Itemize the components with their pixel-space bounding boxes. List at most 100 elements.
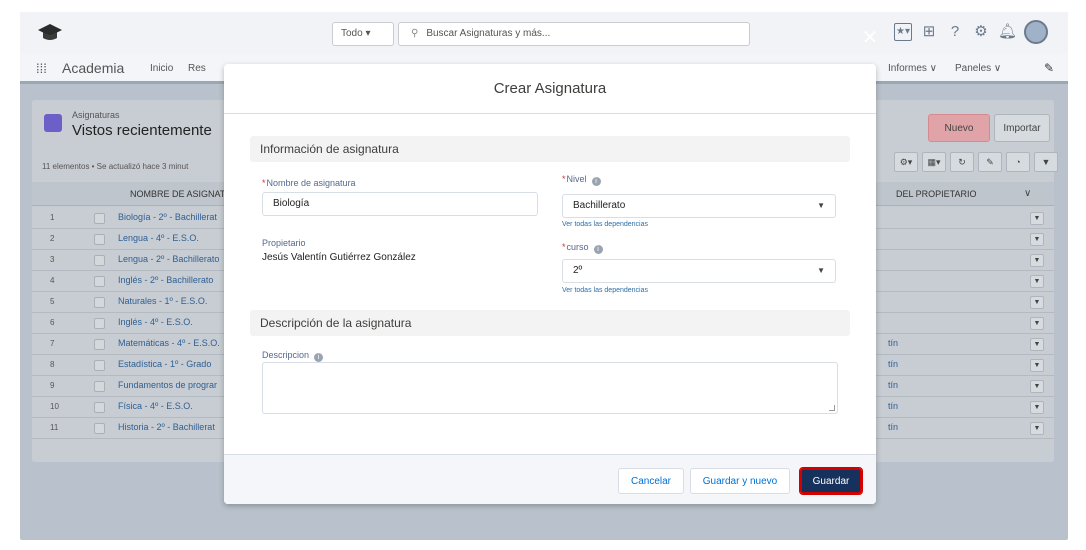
row-actions-dropdown[interactable]: ▼ — [1030, 254, 1044, 267]
row-checkbox[interactable] — [94, 276, 105, 287]
row-checkbox[interactable] — [94, 381, 105, 392]
row-checkbox[interactable] — [94, 318, 105, 329]
row-name-link[interactable]: Biología - 2º - Bachillerat — [118, 212, 217, 222]
row-name-link[interactable]: Fundamentos de prograr — [118, 380, 217, 390]
filter-icon[interactable]: ▼ — [1034, 152, 1058, 172]
import-button[interactable]: Importar — [994, 114, 1050, 142]
inline-edit-pencil-icon[interactable]: ✎ — [978, 152, 1002, 172]
row-checkbox[interactable] — [94, 402, 105, 413]
edit-nav-pencil-icon[interactable]: ✎ — [1044, 61, 1054, 75]
save-and-new-button[interactable]: Guardar y nuevo — [690, 468, 790, 494]
row-checkbox[interactable] — [94, 297, 105, 308]
row-number: 9 — [50, 381, 55, 390]
row-actions-dropdown[interactable]: ▼ — [1030, 275, 1044, 288]
refresh-icon[interactable]: ↻ — [950, 152, 974, 172]
info-icon[interactable]: i — [314, 353, 324, 362]
row-owner-link[interactable]: tín — [888, 401, 898, 411]
charts-icon[interactable]: ◔ — [1006, 152, 1030, 172]
close-modal-icon[interactable]: ✕ — [860, 28, 880, 48]
row-actions-dropdown[interactable]: ▼ — [1030, 422, 1044, 435]
row-checkbox[interactable] — [94, 423, 105, 434]
row-actions-dropdown[interactable]: ▼ — [1030, 380, 1044, 393]
curso-select[interactable]: 2º ▼ — [562, 259, 836, 283]
row-checkbox[interactable] — [94, 339, 105, 350]
setup-gear-icon[interactable]: ⚙ — [972, 23, 990, 41]
row-checkbox[interactable] — [94, 360, 105, 371]
row-number: 10 — [50, 402, 59, 411]
chevron-down-icon: ▼ — [817, 266, 825, 275]
row-owner-link[interactable]: tín — [888, 338, 898, 348]
cancel-button[interactable]: Cancelar — [618, 468, 684, 494]
column-header-owner[interactable]: DEL PROPIETARIO — [896, 189, 977, 199]
row-name-link[interactable]: Inglés - 4º - E.S.O. — [118, 317, 193, 327]
row-name-link[interactable]: Naturales - 1º - E.S.O. — [118, 296, 207, 306]
favorites-icon[interactable]: ★▾ — [894, 23, 912, 41]
row-number: 1 — [50, 213, 55, 222]
curso-field-label: *curso i — [562, 242, 603, 254]
row-actions-dropdown[interactable]: ▼ — [1030, 296, 1044, 309]
global-actions-icon[interactable]: ⊞ — [920, 23, 938, 41]
info-icon[interactable]: i — [593, 245, 603, 254]
search-scope-dropdown[interactable]: Todo ▾ — [332, 22, 394, 46]
app-launcher-icon[interactable]: ⁞⁞⁞ — [36, 61, 47, 76]
name-field-label: *Nombre de asignatura — [262, 178, 356, 188]
nav-item-inicio[interactable]: Inicio — [150, 63, 173, 74]
resize-handle-icon[interactable] — [829, 405, 835, 411]
row-name-link[interactable]: Matemáticas - 4º - E.S.O. — [118, 338, 220, 348]
row-number: 4 — [50, 276, 55, 285]
row-number: 2 — [50, 234, 55, 243]
row-name-link[interactable]: Física - 4º - E.S.O. — [118, 401, 193, 411]
row-actions-dropdown[interactable]: ▼ — [1030, 338, 1044, 351]
row-actions-dropdown[interactable]: ▼ — [1030, 317, 1044, 330]
description-textarea[interactable] — [262, 362, 838, 414]
row-owner-link[interactable]: tín — [888, 380, 898, 390]
row-name-link[interactable]: Estadística - 1º - Grado — [118, 359, 211, 369]
row-checkbox[interactable] — [94, 255, 105, 266]
notifications-bell-icon[interactable]: 🔔︎ — [998, 23, 1017, 41]
description-field-label: Descripcion i — [262, 350, 324, 362]
row-checkbox[interactable] — [94, 234, 105, 245]
section-description-header[interactable]: Descripción de la asignatura — [250, 310, 850, 336]
row-name-link[interactable]: Historia - 2º - Bachillerat — [118, 422, 215, 432]
save-button[interactable]: Guardar — [799, 467, 863, 495]
column-header-name[interactable]: NOMBRE DE ASIGNATU — [130, 189, 232, 199]
display-as-table-icon[interactable]: ▦▾ — [922, 152, 946, 172]
row-name-link[interactable]: Lengua - 4º - E.S.O. — [118, 233, 199, 243]
modal-title: Crear Asignatura — [224, 64, 876, 114]
row-owner-link[interactable]: tín — [888, 359, 898, 369]
nav-item-informes[interactable]: Informes ∨ — [888, 63, 937, 74]
row-number: 3 — [50, 255, 55, 264]
subject-name-input[interactable]: Biología — [262, 192, 538, 216]
row-number: 8 — [50, 360, 55, 369]
user-avatar[interactable] — [1024, 20, 1048, 44]
chevron-down-icon[interactable]: ∨ — [1024, 188, 1031, 199]
header-utilities: ★▾ ⊞ ? ⚙ 🔔︎ — [894, 20, 1048, 44]
search-icon: ⚲ — [411, 28, 419, 39]
list-meta-text: 11 elementos • Se actualizó hace 3 minut — [42, 162, 189, 171]
row-actions-dropdown[interactable]: ▼ — [1030, 359, 1044, 372]
nivel-field-label: *Nivel i — [562, 174, 601, 186]
row-actions-dropdown[interactable]: ▼ — [1030, 212, 1044, 225]
nivel-select[interactable]: Bachillerato ▼ — [562, 194, 836, 218]
list-settings-gear-icon[interactable]: ⚙▾ — [894, 152, 918, 172]
section-info-header[interactable]: Información de asignatura — [250, 136, 850, 162]
help-icon[interactable]: ? — [946, 23, 964, 41]
new-button[interactable]: Nuevo — [928, 114, 990, 142]
owner-value: Jesús Valentín Gutiérrez González — [262, 252, 416, 263]
global-search-input[interactable]: ⚲ Buscar Asignaturas y más... — [398, 22, 750, 46]
row-name-link[interactable]: Inglés - 2º - Bachillerato — [118, 275, 213, 285]
row-checkbox[interactable] — [94, 213, 105, 224]
nav-item-paneles[interactable]: Paneles ∨ — [955, 63, 1001, 74]
row-name-link[interactable]: Lengua - 2º - Bachillerato — [118, 254, 219, 264]
nivel-dependencies-link[interactable]: Ver todas las dependencias — [562, 221, 648, 228]
row-actions-dropdown[interactable]: ▼ — [1030, 233, 1044, 246]
row-number: 6 — [50, 318, 55, 327]
row-owner-link[interactable]: tín — [888, 422, 898, 432]
info-icon[interactable]: i — [591, 177, 601, 186]
nav-item-res[interactable]: Res — [188, 63, 206, 74]
create-record-modal: Crear Asignatura Información de asignatu… — [224, 64, 876, 504]
list-toolbar: ⚙▾ ▦▾ ↻ ✎ ◔ ▼ — [894, 152, 1058, 172]
list-view-title[interactable]: Vistos recientemente — [72, 122, 212, 139]
row-actions-dropdown[interactable]: ▼ — [1030, 401, 1044, 414]
curso-dependencies-link[interactable]: Ver todas las dependencias — [562, 287, 648, 294]
